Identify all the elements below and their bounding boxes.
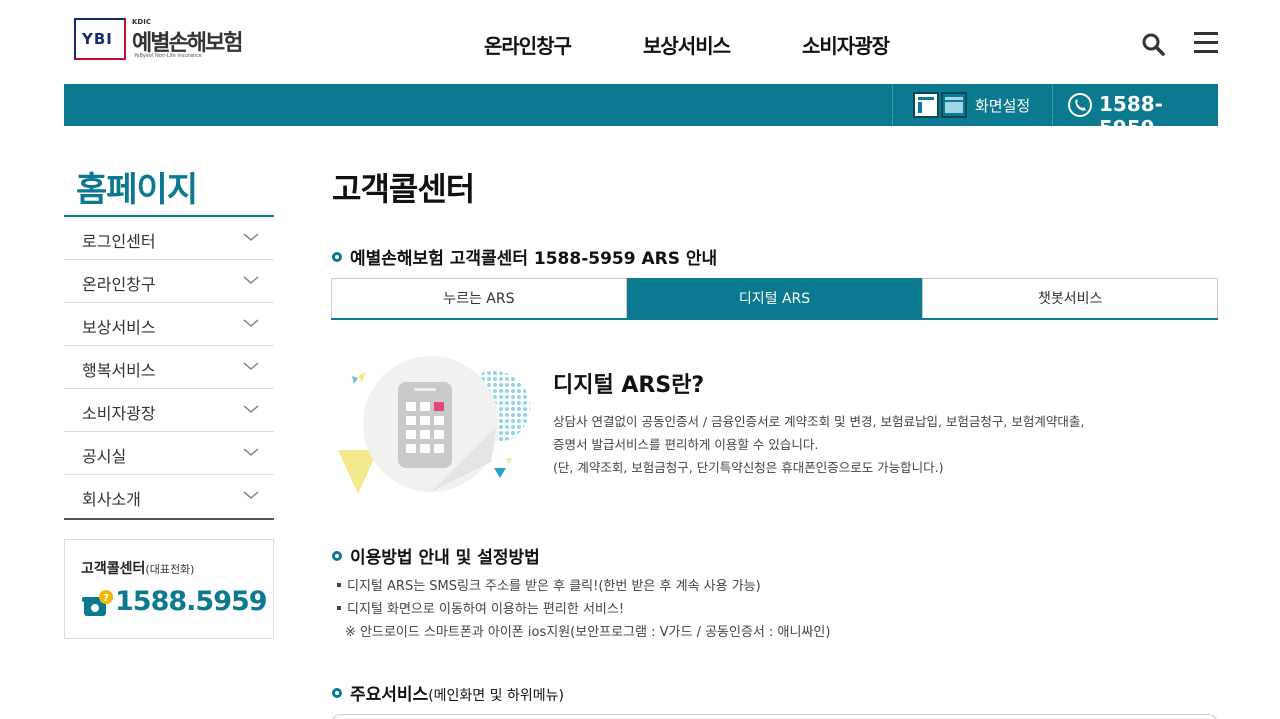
sidebar-item-label: 로그인센터: [82, 232, 156, 251]
chevron-down-icon: [243, 319, 259, 327]
square-bullet-icon: [337, 606, 341, 610]
call-center-title: 고객콜센터(대표전화): [81, 558, 194, 578]
section-title-usage-guide: 이용방법 안내 및 설정방법: [332, 543, 540, 568]
sidebar-title: 홈페이지: [76, 170, 198, 210]
guide-line-text: 디지털 ARS는 SMS링크 주소를 받은 후 클릭!(한번 받은 후 계속 사…: [347, 579, 761, 594]
svg-text:?: ?: [103, 593, 109, 604]
guide-line: 디지털 ARS는 SMS링크 주소를 받은 후 클릭!(한번 받은 후 계속 사…: [337, 575, 761, 594]
layout-wide-button[interactable]: [913, 92, 939, 118]
hamburger-menu-icon[interactable]: [1194, 31, 1218, 55]
chevron-down-icon: [243, 276, 259, 284]
section-title-text: 주요서비스: [350, 685, 429, 705]
sidebar-item-happy-service[interactable]: 행복서비스: [64, 346, 274, 389]
digital-ars-title: 디지털 ARS란?: [553, 373, 705, 398]
sidebar-item-label: 온라인창구: [82, 275, 156, 294]
services-box-top: [331, 714, 1218, 719]
logo-mark: YBI: [74, 18, 126, 60]
chevron-down-icon: [243, 233, 259, 241]
chevron-down-icon: [243, 491, 259, 499]
call-center-box: 고객콜센터(대표전화) ? 1588.5959: [64, 539, 274, 639]
sidebar-menu: 로그인센터 온라인창구 보상서비스 행복서비스 소비자광장 공시실 회사소개: [64, 215, 274, 520]
sidebar-item-compensation[interactable]: 보상서비스: [64, 303, 274, 346]
square-bullet-icon: [337, 583, 341, 587]
tab-digital-ars[interactable]: 디지털 ARS: [626, 278, 923, 318]
ars-tabs: 누르는 ARS 디지털 ARS 챗봇서비스: [331, 278, 1219, 320]
digital-ars-desc-line: (단, 계약조회, 보험금청구, 단기특약신청은 휴대폰인증으로도 가능합니다.…: [553, 460, 944, 475]
sidebar-item-consumer-plaza[interactable]: 소비자광장: [64, 389, 274, 432]
call-center-number: 1588.5959: [115, 586, 268, 617]
guide-line: 디지털 화면으로 이동하여 이용하는 편리한 서비스!: [337, 598, 624, 617]
bullet-icon: [332, 688, 342, 698]
layout-full-icon: [945, 97, 963, 113]
sidebar-item-disclosure[interactable]: 공시실: [64, 432, 274, 475]
sidebar-item-login-center[interactable]: 로그인센터: [64, 217, 274, 260]
layout-wide-icon: [918, 97, 934, 113]
main-navigation: 온라인창구 보상서비스 소비자광장: [484, 30, 961, 59]
section-title-ars-guide: 예별손해보험 고객콜센터 1588-5959 ARS 안내: [332, 244, 717, 269]
nav-consumer-plaza[interactable]: 소비자광장: [802, 30, 890, 59]
sidebar-item-online-window[interactable]: 온라인창구: [64, 260, 274, 303]
sidebar-item-label: 행복서비스: [82, 361, 156, 380]
nav-online-window[interactable]: 온라인창구: [484, 30, 572, 59]
sidebar-item-label: 공시실: [82, 447, 127, 466]
screen-setting-label: 화면설정: [975, 97, 1031, 115]
phone-contact: 1588-5959: [1052, 84, 1218, 140]
nav-compensation-service[interactable]: 보상서비스: [643, 30, 731, 59]
sidebar-item-label: 소비자광장: [82, 404, 156, 423]
screen-setting-group: 화면설정: [892, 84, 1036, 126]
tab-chatbot-service[interactable]: 챗봇서비스: [922, 278, 1219, 318]
section-title-text: 이용방법 안내 및 설정방법: [350, 548, 540, 568]
layout-full-button[interactable]: [941, 92, 967, 118]
logo-ybi-text: YBI: [82, 30, 113, 48]
phone-keypad-illustration: [338, 356, 530, 494]
page-title: 고객콜센터: [332, 170, 475, 208]
telephone-question-icon: ?: [82, 590, 113, 616]
guide-note: ※ 안드로이드 스마트폰과 아이폰 ios지원(보안프로그램 : V가드 / 공…: [345, 625, 831, 640]
phone-icon: [1068, 93, 1092, 117]
search-icon[interactable]: [1141, 32, 1165, 56]
phone-number: 1588-5959: [1099, 92, 1163, 140]
chevron-down-icon: [243, 362, 259, 370]
bullet-icon: [332, 551, 342, 561]
sidebar-item-label: 회사소개: [82, 490, 141, 509]
chevron-down-icon: [243, 448, 259, 456]
guide-line-text: 디지털 화면으로 이동하여 이용하는 편리한 서비스!: [347, 602, 625, 617]
call-center-title-text: 고객콜센터: [81, 561, 146, 577]
tab-press-ars[interactable]: 누르는 ARS: [331, 278, 627, 318]
call-center-subtitle: (대표전화): [145, 563, 195, 576]
section-title-main-services: 주요서비스(메인화면 및 하위메뉴): [332, 680, 564, 705]
section-title-subtext: (메인화면 및 하위메뉴): [428, 688, 564, 704]
sidebar-item-company-intro[interactable]: 회사소개: [64, 475, 274, 518]
logo[interactable]: YBI KDIC 예별손해보험 YeByeol Non-Life Insuran…: [74, 18, 264, 62]
digital-ars-desc-line: 상담사 연결없이 공동인증서 / 금융인증서로 계약조회 및 변경, 보험료납입…: [553, 414, 1085, 429]
digital-ars-desc-line: 증명서 발급서비스를 편리하게 이용할 수 있습니다.: [553, 437, 819, 452]
sidebar-item-label: 보상서비스: [82, 318, 156, 337]
logo-english-name: YeByeol Non-Life Insurance: [134, 53, 202, 59]
section-title-text: 예별손해보험 고객콜센터 1588-5959 ARS 안내: [350, 249, 718, 269]
top-utility-bar: 화면설정 1588-5959: [64, 84, 1218, 140]
bullet-icon: [332, 252, 342, 262]
chevron-down-icon: [243, 405, 259, 413]
